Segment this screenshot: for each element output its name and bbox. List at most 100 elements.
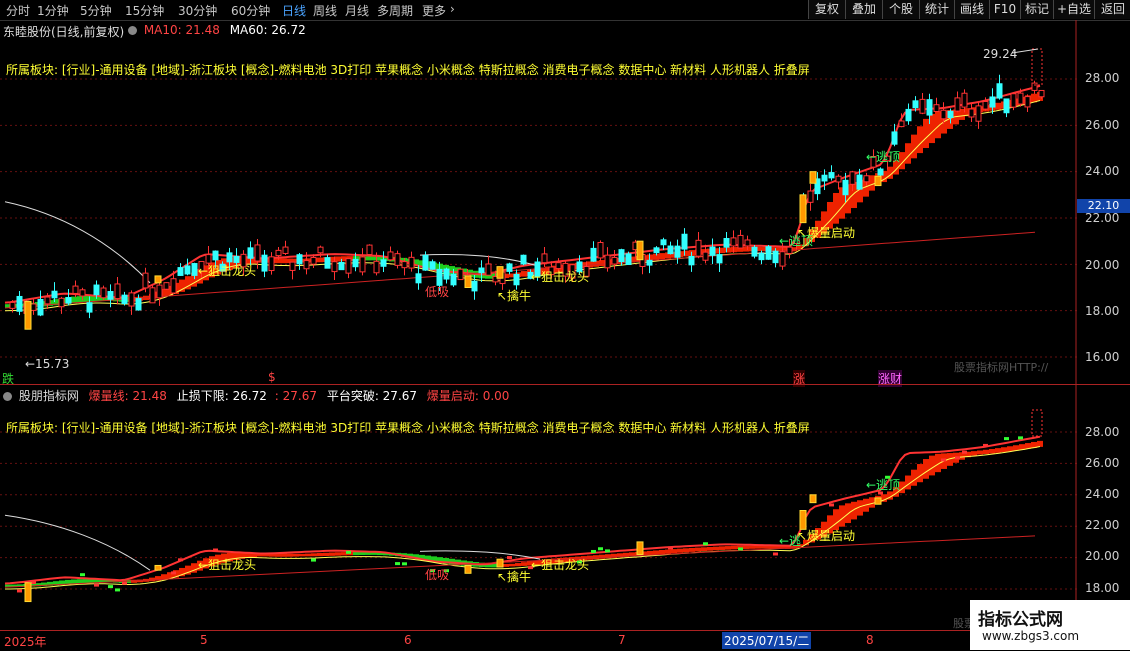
period-tab-60min[interactable]: 60分钟 — [231, 2, 270, 19]
brand-url: www.zbgs3.com — [982, 629, 1080, 643]
red-band-segment — [917, 464, 923, 483]
candle-body — [716, 254, 723, 264]
period-tab-monthly[interactable]: 月线 — [345, 2, 369, 19]
green-band-segment — [83, 295, 89, 303]
period-tab-intraday[interactable]: 分时 — [6, 2, 30, 19]
signal-mark — [108, 585, 113, 589]
highlight-bar — [809, 494, 817, 504]
back-button[interactable]: 返回 — [1094, 0, 1130, 19]
candle-body — [366, 244, 373, 256]
red-band-segment — [335, 552, 341, 556]
green-band-segment — [365, 256, 371, 261]
candle-body — [765, 246, 772, 260]
period-tab-multi[interactable]: 多周期 — [377, 2, 413, 19]
highlight-bar — [154, 275, 162, 284]
candle-body — [989, 96, 996, 108]
time-axis: 2025年 5 6 7 2025/07/15/二 8 — [0, 630, 1077, 651]
red-band-segment — [653, 550, 659, 555]
candle-body — [142, 272, 149, 289]
draw-line-button[interactable]: 画线 — [954, 0, 989, 19]
overlay-button[interactable]: 叠加 — [845, 0, 882, 19]
candle-body — [821, 174, 828, 182]
main-candlestick-chart[interactable] — [0, 20, 1077, 385]
candle-body — [513, 273, 520, 286]
candle-body — [674, 245, 681, 258]
more-arrow-icon[interactable]: › — [450, 2, 455, 16]
red-band-segment — [503, 563, 509, 567]
period-tab-daily[interactable]: 日线 — [282, 2, 306, 19]
candle-body — [849, 171, 856, 185]
green-band-segment — [353, 552, 359, 556]
signal-mark — [395, 562, 400, 566]
red-band-segment — [905, 143, 911, 164]
candle-body — [226, 252, 233, 263]
period-tab-1min[interactable]: 1分钟 — [37, 2, 69, 19]
period-tab-weekly[interactable]: 周线 — [313, 2, 337, 19]
candle-body — [30, 303, 37, 311]
red-band-segment — [293, 553, 299, 557]
candle-body — [1003, 98, 1010, 114]
candle-body — [415, 273, 422, 284]
signal-mark — [605, 549, 610, 553]
stats-button[interactable]: 统计 — [919, 0, 954, 19]
candle-body — [744, 239, 751, 247]
candle-body — [709, 246, 716, 256]
signal-mark — [598, 547, 603, 551]
period-tab-15min[interactable]: 15分钟 — [125, 2, 164, 19]
adjust-button[interactable]: 复权 — [808, 0, 845, 19]
red-band-segment — [683, 548, 689, 553]
highlight-bar — [496, 558, 504, 568]
watermark-main: 股票指标网HTTP:// — [954, 361, 1049, 374]
candle-body — [688, 255, 695, 266]
red-band-segment — [725, 247, 731, 253]
red-band-segment — [719, 546, 725, 550]
red-band-segment — [995, 448, 1001, 453]
red-band-segment — [287, 553, 293, 557]
annotation-escape-top-1: ←逃顶 — [866, 150, 901, 164]
red-band-segment — [659, 253, 665, 260]
signal-mark — [171, 571, 176, 575]
signal-mark — [507, 556, 512, 560]
candle-body — [121, 294, 128, 305]
period-toolbar: 分时 1分钟 5分钟 15分钟 30分钟 60分钟 日线 周线 月线 多周期 更… — [0, 0, 1130, 21]
red-band-segment — [515, 563, 521, 567]
candle-body — [359, 256, 366, 273]
candle-body — [660, 239, 667, 246]
red-band-segment — [701, 547, 707, 552]
period-tab-5min[interactable]: 5分钟 — [80, 2, 112, 19]
candle-body — [856, 174, 863, 190]
candle-body — [16, 295, 23, 312]
candle-body — [506, 263, 513, 272]
crosshair-date-label: 2025/07/15/二 — [722, 632, 812, 649]
stock-button[interactable]: 个股 — [882, 0, 919, 19]
candle-body — [401, 261, 408, 269]
f10-button[interactable]: F10 — [989, 0, 1020, 19]
candle-body — [520, 254, 527, 265]
candle-body — [975, 105, 982, 122]
red-band-segment — [599, 554, 605, 559]
mark-button[interactable]: 标记 — [1020, 0, 1053, 19]
period-tab-more[interactable]: 更多 — [422, 2, 446, 19]
candle-body — [261, 254, 268, 272]
candle-body — [471, 280, 478, 292]
indicator-chart[interactable] — [0, 385, 1077, 630]
candle-body — [177, 267, 184, 276]
current-price-tag: 22.10 — [1077, 199, 1130, 213]
red-band-segment — [923, 118, 929, 149]
candle-body — [1010, 93, 1017, 108]
annotation-sniper-2: ←狙击龙头 — [531, 270, 590, 284]
candle-body — [184, 265, 191, 275]
candle-body — [1038, 89, 1045, 98]
candle-body — [408, 256, 415, 269]
highlight-bar — [636, 240, 644, 261]
red-band-segment — [839, 505, 845, 527]
period-tab-30min[interactable]: 30分钟 — [178, 2, 217, 19]
candle-body — [1024, 96, 1031, 108]
candle-body — [114, 283, 121, 300]
red-band-segment — [977, 450, 983, 455]
candle-body — [772, 250, 779, 264]
upper-band-line — [4, 201, 151, 284]
highlight-bar — [496, 266, 504, 279]
candle-body — [863, 175, 870, 183]
add-favorite-button[interactable]: +自选 — [1053, 0, 1094, 19]
